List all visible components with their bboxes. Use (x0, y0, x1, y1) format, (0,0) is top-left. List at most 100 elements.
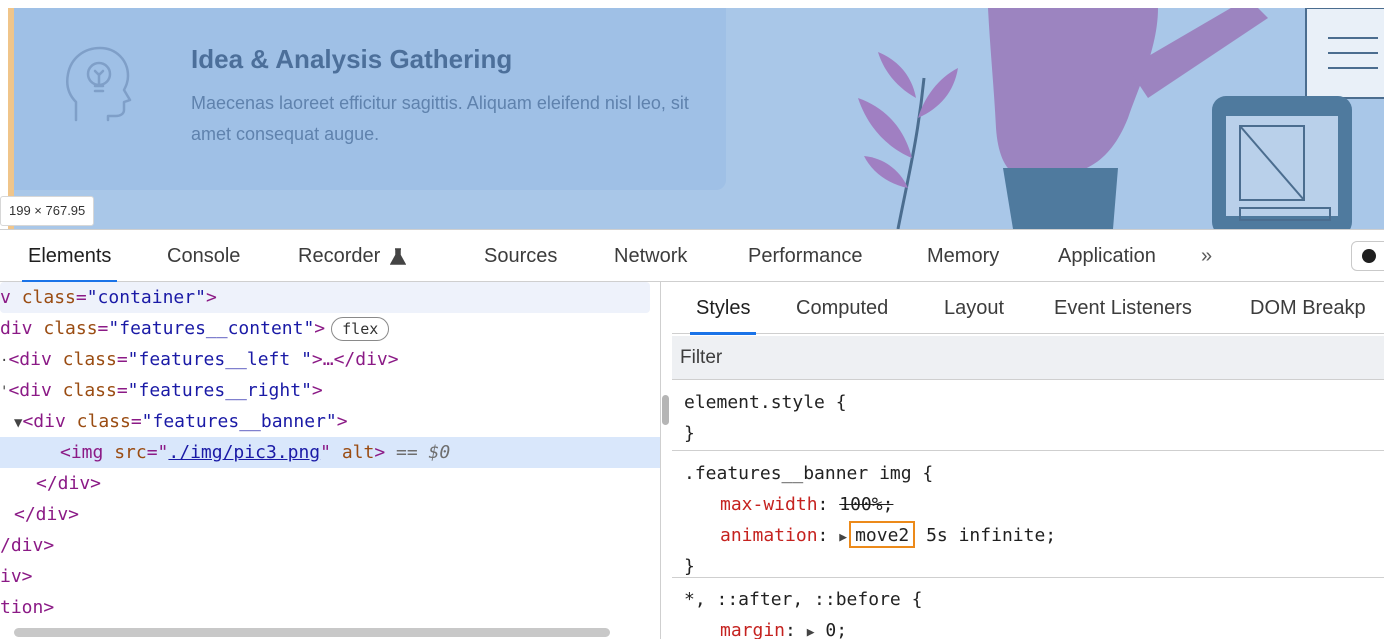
attr-name: alt (341, 442, 375, 463)
rule-selector: element.style (684, 392, 825, 413)
tab-network[interactable]: Network (614, 230, 687, 282)
rule-close-brace: } (684, 556, 695, 577)
styles-pane: Styles Computed Layout Event Listeners D… (672, 282, 1384, 639)
rule-features-banner-img[interactable]: .features__banner img { max-width: 100%;… (672, 458, 1384, 578)
rule-open-brace: { (911, 463, 934, 484)
declaration-max-width[interactable]: max-width: 100%; (672, 489, 1384, 520)
property-name[interactable]: margin (720, 620, 785, 639)
property-value[interactable]: 0; (825, 620, 847, 639)
tag-name: div (0, 318, 33, 339)
head-lightbulb-icon (66, 46, 132, 122)
declaration-animation[interactable]: animation: ▶ move2 5s infinite; (672, 520, 1384, 551)
attr-value: "features__content" (108, 318, 315, 339)
styles-filter-bar (672, 336, 1384, 380)
expand-triangle-icon[interactable]: ▶ (807, 625, 815, 639)
attr-name: class (21, 287, 76, 308)
splitter-grip[interactable] (662, 395, 669, 425)
tab-recorder-label: Recorder (298, 245, 381, 267)
tag-close: tion> (0, 597, 55, 618)
subtab-layout[interactable]: Layout (944, 282, 1004, 334)
element-size-tooltip: 199 × 767.95 (0, 196, 95, 226)
rule-selector-line: element.style { (672, 387, 1384, 418)
tag-close: > (314, 318, 326, 339)
tag-close: > (205, 287, 217, 308)
flex-badge[interactable]: flex (331, 317, 390, 341)
property-value[interactable]: 100%; (839, 494, 893, 515)
tree-node-close-section[interactable]: tion> (0, 592, 54, 623)
devtools-panel: Elements Console Recorder Sources Networ… (0, 229, 1384, 639)
tab-recorder[interactable]: Recorder (298, 230, 406, 282)
tree-node-features-right[interactable]: '<div class="features__right"> (0, 375, 323, 406)
rule-open-brace: { (824, 392, 847, 413)
rule-selector: *, ::after, ::before (684, 589, 901, 610)
pane-splitter[interactable] (660, 282, 661, 639)
devtools-tabbar: Elements Console Recorder Sources Networ… (0, 230, 1384, 283)
tree-node-features-banner[interactable]: ▼<div class="features__banner"> (14, 406, 348, 437)
flask-icon (389, 247, 406, 265)
expand-triangle-icon[interactable]: ▶ (839, 530, 847, 545)
tab-performance[interactable]: Performance (748, 230, 863, 282)
tag-name: <div (8, 349, 52, 370)
page-preview: Idea & Analysis Gathering Maecenas laore… (0, 0, 1384, 229)
horizontal-scrollbar[interactable] (14, 628, 610, 637)
tab-application[interactable]: Application (1058, 230, 1156, 282)
card-title: Idea & Analysis Gathering (191, 44, 513, 74)
tree-node-container[interactable]: v class="container"> (0, 282, 650, 313)
tag-close: iv> (0, 566, 33, 587)
attr-value: "features__banner" (141, 411, 337, 432)
tag-close: > (374, 442, 386, 463)
attr-name: class (62, 349, 117, 370)
tab-console[interactable]: Console (167, 230, 240, 282)
tag-close: /div> (0, 535, 55, 556)
property-name[interactable]: animation (720, 525, 818, 546)
rule-selector-line: *, ::after, ::before { (672, 584, 1384, 615)
animation-name-highlight[interactable]: move2 (849, 521, 916, 548)
rule-open-brace: { (900, 589, 923, 610)
tag-close: > (311, 380, 323, 401)
subtab-styles[interactable]: Styles (689, 282, 757, 335)
rule-selector: .features__banner img (684, 463, 912, 484)
sidebar-subtabs: Styles Computed Layout Event Listeners D… (672, 282, 1384, 335)
tree-node-close-div[interactable]: </div> (14, 499, 79, 530)
tree-node-features-left[interactable]: ·<div class="features__left ">…</div> (0, 344, 399, 375)
tree-node-close-div[interactable]: </div> (36, 468, 101, 499)
tree-node-img-selected[interactable]: <img src="./img/pic3.png" alt> == $0 (0, 437, 660, 468)
tree-node-close-div[interactable]: /div> (0, 530, 54, 561)
rule-universal[interactable]: *, ::after, ::before { margin: ▶ 0; (672, 584, 1384, 639)
property-name[interactable]: max-width (720, 494, 818, 515)
subtab-computed[interactable]: Computed (796, 282, 888, 334)
issues-button[interactable] (1351, 241, 1384, 271)
subtab-dom-breakpoints[interactable]: DOM Breakp (1250, 282, 1366, 334)
tag-close: </div> (14, 504, 80, 525)
banner-illustration (858, 8, 1384, 229)
styles-filter-input[interactable] (680, 343, 1360, 373)
tag-close: >…</div> (311, 349, 399, 370)
record-dot-icon (1362, 249, 1376, 263)
attr-value: "container" (86, 287, 206, 308)
rule-element-style[interactable]: element.style { } (672, 387, 1384, 451)
tree-node-features-content[interactable]: div class="features__content"> flex (0, 313, 390, 344)
tab-memory[interactable]: Memory (927, 230, 999, 282)
elements-tree[interactable]: v class="container"> div class="features… (0, 282, 660, 639)
rule-close-brace: } (684, 423, 695, 444)
tag-close: </div> (36, 473, 102, 494)
rule-selector-line: .features__banner img { (672, 458, 1384, 489)
tag-name: <div (22, 411, 66, 432)
tree-node-close-div[interactable]: iv> (0, 561, 33, 592)
declaration-margin[interactable]: margin: ▶ 0; (672, 615, 1384, 639)
rule-close-line: } (672, 551, 1384, 582)
rule-close-line: } (672, 418, 1384, 449)
attr-name: src (114, 442, 147, 463)
tab-elements[interactable]: Elements (21, 230, 118, 283)
tab-sources[interactable]: Sources (484, 230, 557, 282)
highlighted-element-overlay: Idea & Analysis Gathering Maecenas laore… (8, 8, 1384, 229)
attr-value: "features__left " (127, 349, 312, 370)
property-value[interactable]: 5s infinite; (915, 525, 1056, 546)
subtab-event-listeners[interactable]: Event Listeners (1054, 282, 1192, 334)
tag-fragment: v (0, 287, 22, 308)
tag-name: <img (60, 442, 104, 463)
card-description: Maecenas laoreet efficitur sagittis. Ali… (191, 93, 689, 144)
feature-card: Idea & Analysis Gathering Maecenas laore… (14, 8, 726, 190)
more-tabs-chevron-icon[interactable]: » (1201, 230, 1212, 282)
img-src-link[interactable]: ./img/pic3.png (168, 442, 320, 463)
